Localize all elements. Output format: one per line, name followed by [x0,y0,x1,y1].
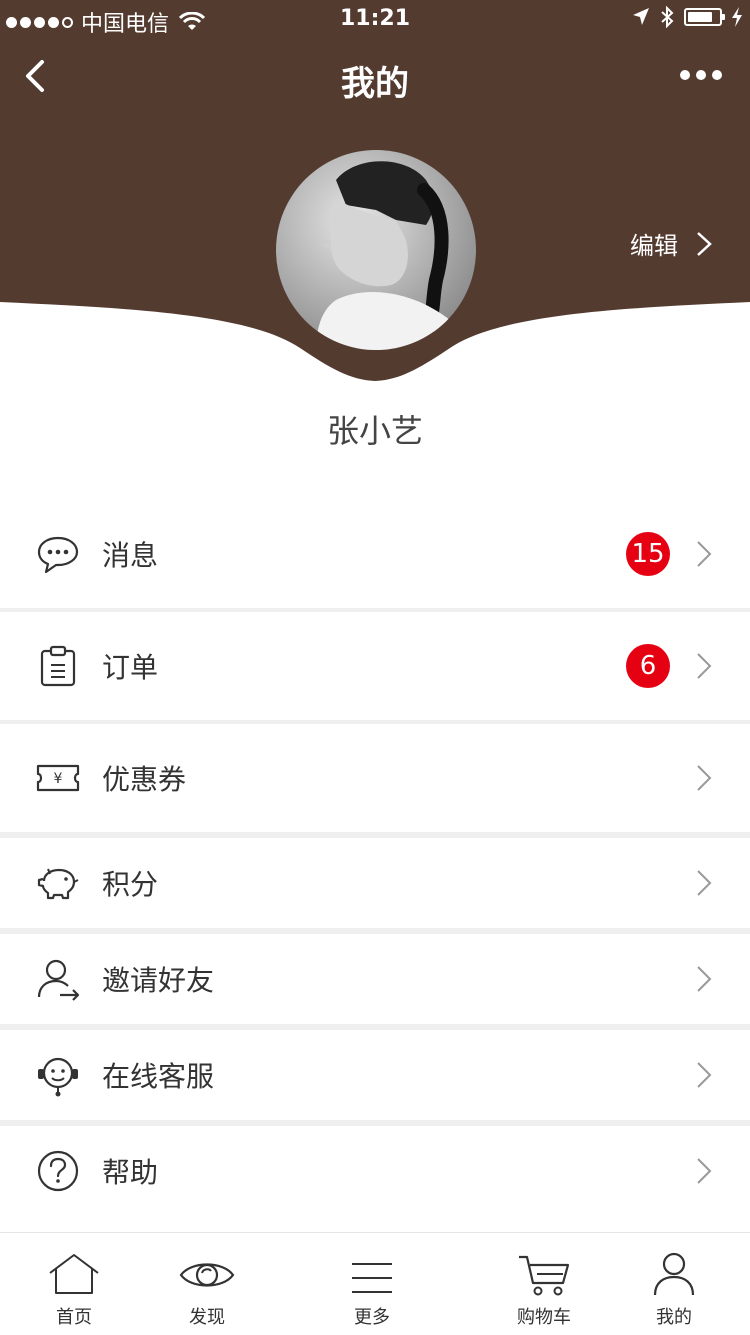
chat-bubble-icon [37,536,79,574]
status-right [632,6,742,28]
bluetooth-icon [661,6,674,28]
svg-text:¥: ¥ [54,771,63,787]
tab-discover[interactable]: 发现 [147,1233,267,1335]
menu-label-coupons: 优惠券 [102,763,187,796]
piggy-bank-icon [37,868,79,900]
avatar[interactable] [276,150,476,350]
edit-label: 编辑 [630,232,678,260]
menu-label-orders: 订单 [102,651,159,684]
menu-label-customer-service: 在线客服 [102,1060,215,1093]
charging-bolt-icon [732,7,742,27]
tab-cart[interactable]: 购物车 [484,1233,604,1335]
chevron-right-icon [697,653,712,679]
menu-item-help[interactable]: 帮助 [0,1126,750,1216]
tab-label-discover: 发现 [189,1307,225,1328]
coupon-icon: ¥ [36,764,80,792]
navigation-bar: 我的 [0,40,750,120]
menu-label-invite-friends: 邀请好友 [102,964,215,997]
menu-item-orders[interactable]: 订单 6 [0,612,750,720]
tab-home[interactable]: 首页 [14,1233,134,1335]
chevron-right-icon [697,1158,712,1184]
menu-item-invite-friends[interactable]: 邀请好友 [0,934,750,1024]
user-icon [653,1252,695,1296]
edit-profile-link[interactable]: 编辑 [630,226,712,261]
home-icon [49,1254,99,1294]
menu-label-messages: 消息 [102,539,159,572]
avatar-photo [276,150,476,350]
menu-item-coupons[interactable]: ¥ 优惠券 [0,724,750,832]
chevron-right-icon [697,765,712,791]
chevron-right-icon [697,1062,712,1088]
chevron-right-icon [697,966,712,992]
help-icon [37,1150,79,1192]
user-name: 张小艺 [326,412,423,450]
tab-label-home: 首页 [56,1307,92,1328]
chevron-right-icon [697,870,712,896]
unread-count-badge: 15 [626,532,670,576]
eye-icon [179,1263,235,1287]
menu-item-customer-service[interactable]: 在线客服 [0,1030,750,1120]
bottom-tab-bar: 首页 发现 更多 购物车 我的 [0,1232,750,1335]
menu-item-messages[interactable]: 消息 15 [0,500,750,608]
tab-mine[interactable]: 我的 [614,1233,734,1335]
menu-icon [352,1263,392,1293]
invite-user-icon [37,959,80,1001]
tab-label-cart: 购物车 [517,1307,571,1328]
location-arrow-icon [633,8,649,25]
status-bar: 中国电信 11:21 [0,0,750,40]
clipboard-icon [40,645,76,687]
battery-icon [684,8,725,26]
menu-label-help: 帮助 [102,1156,159,1189]
chevron-right-icon [697,541,712,567]
tab-label-more: 更多 [354,1307,390,1328]
cart-icon [519,1255,570,1296]
more-options-button[interactable] [680,70,722,80]
order-count-badge: 6 [626,644,670,688]
headset-icon [38,1057,78,1097]
tab-more[interactable]: 更多 [312,1233,432,1335]
menu-item-points[interactable]: 积分 [0,838,750,928]
menu-label-points: 积分 [102,868,159,901]
tab-label-mine: 我的 [656,1307,692,1328]
page-title: 我的 [341,64,409,104]
chevron-right-icon [697,231,712,256]
